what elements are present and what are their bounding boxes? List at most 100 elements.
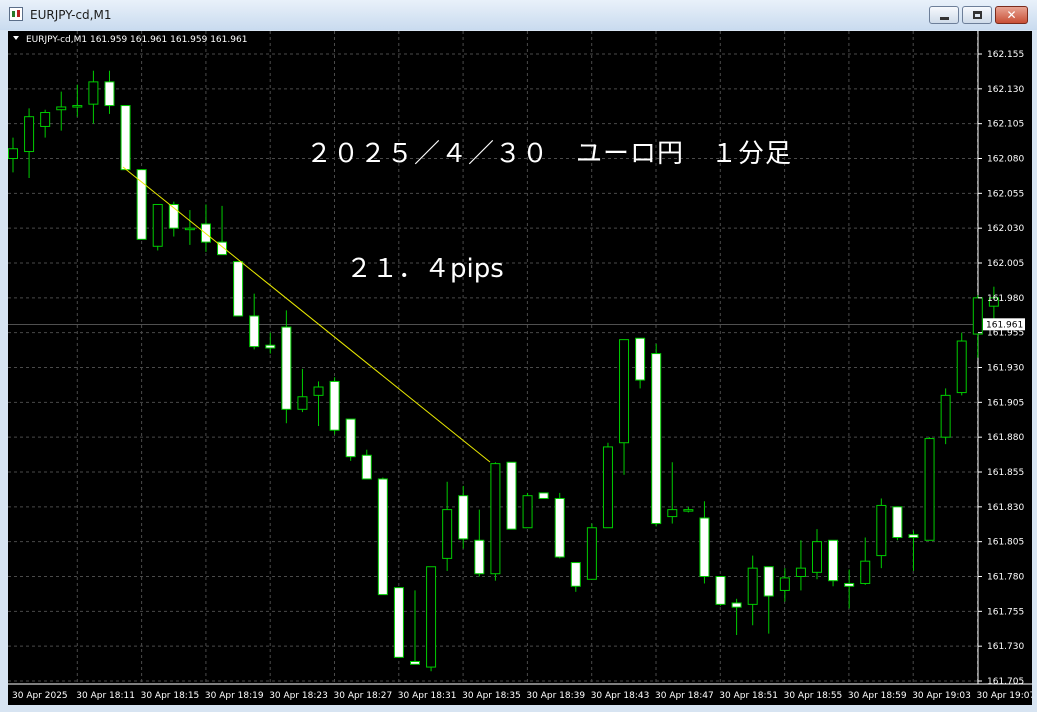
candle[interactable] bbox=[619, 339, 630, 475]
title-bar[interactable]: EURJPY-cd,M1 ✕ bbox=[0, 0, 1037, 31]
price-tick-label: 162.080 bbox=[987, 155, 1024, 165]
candle[interactable] bbox=[522, 492, 533, 529]
candle[interactable] bbox=[72, 84, 83, 117]
candle[interactable] bbox=[377, 477, 388, 596]
candle[interactable] bbox=[56, 91, 67, 131]
candle[interactable] bbox=[683, 506, 694, 513]
candle[interactable] bbox=[635, 337, 646, 389]
candle[interactable] bbox=[908, 530, 919, 571]
candle[interactable] bbox=[586, 523, 597, 580]
close-button[interactable]: ✕ bbox=[995, 6, 1028, 24]
candle[interactable] bbox=[217, 205, 228, 256]
price-tick-label: 161.730 bbox=[987, 642, 1024, 652]
candle-body bbox=[136, 169, 147, 240]
candle-body bbox=[393, 587, 404, 658]
candle[interactable] bbox=[24, 108, 35, 179]
candle[interactable] bbox=[40, 109, 51, 138]
candle[interactable] bbox=[715, 576, 726, 606]
candle-body bbox=[570, 562, 581, 587]
candle[interactable] bbox=[329, 377, 340, 435]
candle[interactable] bbox=[442, 481, 453, 571]
candle[interactable] bbox=[779, 568, 790, 602]
candle[interactable] bbox=[731, 598, 742, 636]
candle[interactable] bbox=[233, 261, 244, 317]
candle[interactable] bbox=[490, 462, 501, 581]
minimize-button[interactable] bbox=[929, 6, 959, 24]
candle[interactable] bbox=[361, 449, 372, 480]
candle-body bbox=[651, 353, 662, 525]
candle[interactable] bbox=[892, 506, 903, 541]
price-tick-label: 161.830 bbox=[987, 503, 1024, 513]
candle[interactable] bbox=[795, 540, 806, 591]
candlestick-chart[interactable]: 162.155 162.130 162.105 162.080 162.055 162.0… bbox=[8, 31, 1035, 705]
candle[interactable] bbox=[168, 201, 179, 237]
time-tick-label: 30 Apr 18:51 bbox=[719, 691, 778, 701]
candle[interactable] bbox=[426, 566, 437, 672]
candle[interactable] bbox=[297, 368, 308, 413]
chart-area[interactable]: 162.155 162.130 162.105 162.080 162.055 162.0… bbox=[8, 31, 1035, 705]
candle[interactable] bbox=[860, 537, 871, 585]
candle-body bbox=[586, 527, 597, 580]
price-tick-label: 161.855 bbox=[987, 468, 1024, 478]
candle-body bbox=[233, 261, 244, 317]
candle[interactable] bbox=[506, 461, 517, 530]
window-title: EURJPY-cd,M1 bbox=[30, 8, 112, 22]
candle[interactable] bbox=[924, 437, 935, 541]
time-tick-label: 30 Apr 18:27 bbox=[334, 691, 393, 701]
candle[interactable] bbox=[120, 105, 131, 171]
candle[interactable] bbox=[474, 509, 485, 577]
candle[interactable] bbox=[313, 381, 324, 427]
candle-body bbox=[56, 106, 67, 111]
candle[interactable] bbox=[956, 332, 967, 396]
candle[interactable] bbox=[88, 70, 99, 124]
candle-body bbox=[956, 340, 967, 394]
candle[interactable] bbox=[8, 137, 18, 173]
candle[interactable] bbox=[200, 204, 211, 252]
candle[interactable] bbox=[747, 555, 758, 626]
candle-body bbox=[812, 541, 822, 573]
candle-body bbox=[458, 495, 469, 540]
candle[interactable] bbox=[844, 569, 855, 609]
chart-annotation-title: ２０２５／４／３０ ユーロ円 １分足 bbox=[306, 139, 792, 169]
candle-body bbox=[763, 566, 774, 597]
candle-body bbox=[940, 394, 951, 438]
candle[interactable] bbox=[152, 203, 163, 251]
candle-body bbox=[152, 203, 163, 247]
candle[interactable] bbox=[345, 418, 356, 461]
candle-body bbox=[40, 112, 51, 127]
candle[interactable] bbox=[281, 310, 292, 424]
candle[interactable] bbox=[876, 498, 887, 569]
candle[interactable] bbox=[570, 562, 581, 592]
candle[interactable] bbox=[699, 501, 710, 584]
maximize-button[interactable] bbox=[962, 6, 992, 24]
candle-body bbox=[844, 582, 855, 587]
candle-body bbox=[876, 504, 887, 557]
candle-body bbox=[104, 81, 115, 107]
candle[interactable] bbox=[538, 492, 549, 499]
trendline[interactable] bbox=[122, 166, 491, 463]
candle[interactable] bbox=[812, 529, 822, 580]
candle[interactable] bbox=[393, 587, 404, 658]
candle[interactable] bbox=[940, 388, 951, 445]
candle[interactable] bbox=[667, 462, 678, 524]
candle[interactable] bbox=[763, 566, 774, 634]
candle[interactable] bbox=[265, 332, 276, 354]
candle[interactable] bbox=[410, 590, 420, 665]
candle[interactable] bbox=[651, 343, 662, 527]
candle[interactable] bbox=[184, 210, 195, 245]
candle[interactable] bbox=[458, 485, 469, 549]
candle[interactable] bbox=[554, 492, 565, 559]
candle-body bbox=[972, 297, 983, 335]
candle-body bbox=[731, 602, 742, 608]
symbol-dropdown-icon[interactable] bbox=[13, 36, 19, 40]
candle-body bbox=[88, 81, 99, 105]
candle[interactable] bbox=[249, 293, 260, 350]
candle[interactable] bbox=[104, 70, 115, 114]
candle[interactable] bbox=[972, 295, 983, 358]
candle[interactable] bbox=[828, 539, 839, 587]
candle-body bbox=[860, 560, 871, 584]
price-tick-label: 161.980 bbox=[987, 294, 1024, 304]
maximize-icon bbox=[973, 11, 982, 19]
candle[interactable] bbox=[602, 442, 613, 529]
candle[interactable] bbox=[136, 169, 147, 240]
